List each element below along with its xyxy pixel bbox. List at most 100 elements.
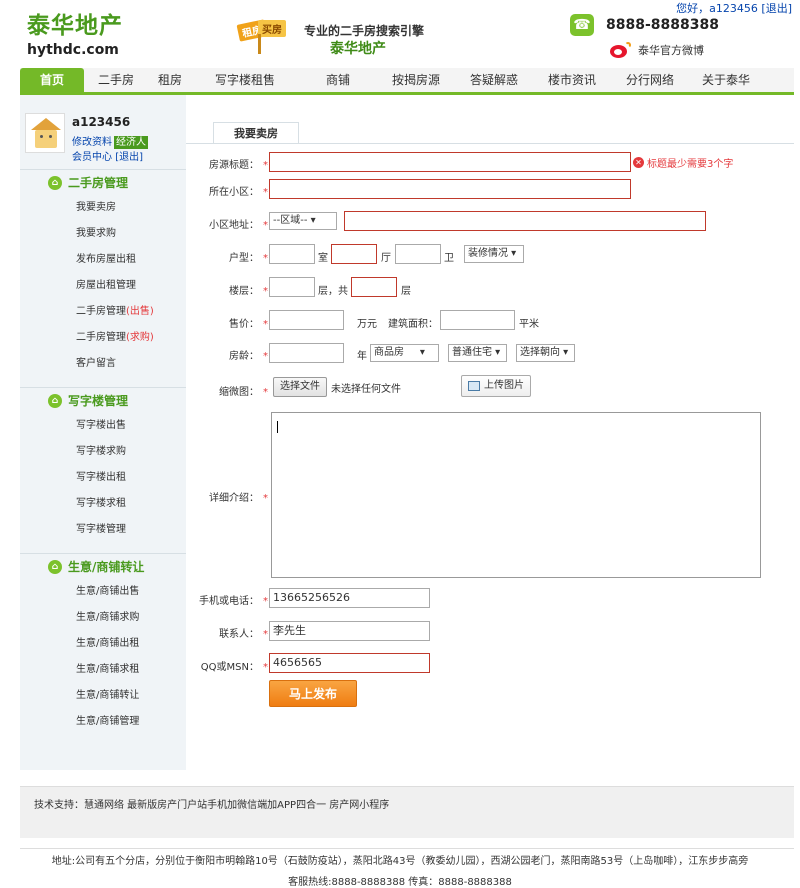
- sidebar-item-office-buy[interactable]: 写字楼求购: [20, 439, 186, 465]
- total-floor-input[interactable]: [351, 277, 397, 297]
- sidebar-item-manage-buy[interactable]: 二手房管理(求购): [20, 325, 186, 351]
- avatar: [25, 113, 65, 153]
- hotline-number: 8888-8888388: [606, 17, 719, 33]
- title-error: ✕ 标题最少需要3个字: [633, 155, 733, 170]
- submit-button[interactable]: 马上发布: [269, 680, 357, 707]
- total-floor-unit: 层: [401, 286, 411, 297]
- sidebar-item-shop-transfer[interactable]: 生意/商铺转让: [20, 683, 186, 709]
- sidebar-item-office-manage[interactable]: 写字楼管理: [20, 517, 186, 543]
- age-unit: 年: [357, 351, 367, 362]
- contact-label: 联系人： *: [219, 629, 268, 640]
- no-file-text: 未选择任何文件: [331, 384, 401, 395]
- thumb-label: 缩微图： *: [219, 387, 268, 398]
- error-icon: ✕: [633, 157, 644, 168]
- site-logo[interactable]: 泰华地产 hythdc.com: [27, 6, 123, 58]
- sidebar-heading: ⌂ 写字楼管理: [20, 387, 186, 413]
- title-label: 房源标题： *: [209, 160, 268, 171]
- logo-en: hythdc.com: [27, 42, 119, 58]
- phone-input[interactable]: 13665256526: [269, 588, 430, 608]
- weibo-link[interactable]: 泰华官方微博: [610, 42, 719, 58]
- price-unit: 万元: [357, 319, 377, 330]
- sidebar-item-office-rent[interactable]: 写字楼出租: [20, 465, 186, 491]
- sidebar-logout-link[interactable]: [退出]: [115, 152, 143, 163]
- phone-label: 手机或电话： *: [199, 596, 268, 607]
- floor-label: 楼层： *: [229, 286, 268, 297]
- sidebar: a123456 修改资料 经济人 会员中心 [退出] ⌂ 二手房管理 我要卖房 我要…: [20, 95, 186, 770]
- nav-about[interactable]: 关于泰华: [690, 68, 762, 92]
- nav-branches[interactable]: 分行网络: [610, 68, 690, 92]
- sidebar-item-shop-buy[interactable]: 生意/商铺求购: [20, 605, 186, 631]
- footer-hotline: 客服热线:8888-8888388 传真：8888-8888388: [288, 877, 512, 888]
- contact-input[interactable]: 李先生: [269, 621, 430, 641]
- weibo-icon: [610, 42, 632, 58]
- nav-second-hand[interactable]: 二手房: [84, 68, 148, 92]
- choose-file-button[interactable]: 选择文件: [273, 377, 327, 397]
- address-input[interactable]: [344, 211, 706, 231]
- phone-icon: ☎: [570, 14, 594, 36]
- nav-news[interactable]: 楼市资讯: [534, 68, 610, 92]
- detail-textarea[interactable]: [271, 412, 761, 578]
- tab-sell-house[interactable]: 我要卖房: [213, 122, 299, 144]
- support-text: 技术支持：慧通网络 最新版房产门户站手机加微信端加APP四合一 房产网小程序: [34, 800, 390, 811]
- main-nav: 首页 二手房 租房 写字楼租售 商铺 按揭房源 答疑解惑 楼市资讯 分行网络 关…: [20, 68, 794, 95]
- hall-unit: 厅: [381, 253, 391, 264]
- bath-unit: 卫: [444, 253, 454, 264]
- banner-tagline: 专业的二手房搜索引擎: [304, 24, 425, 38]
- room-count-input[interactable]: [269, 244, 315, 264]
- sidebar-item-office-seek-rent[interactable]: 写字楼求租: [20, 491, 186, 517]
- nav-home[interactable]: 首页: [20, 68, 84, 92]
- sidebar-item-messages[interactable]: 客户留言: [20, 351, 186, 377]
- sidebar-item-post-rent[interactable]: 发布房屋出租: [20, 247, 186, 273]
- title-input[interactable]: [269, 152, 631, 172]
- residence-type-select[interactable]: 普通住宅 ▾: [448, 344, 507, 362]
- sidebar-heading: ⌂ 生意/商铺转让: [20, 553, 186, 579]
- age-label: 房龄： *: [229, 351, 268, 362]
- sidebar-item-office-sell[interactable]: 写字楼出售: [20, 413, 186, 439]
- floor-unit: 层，共: [318, 286, 348, 297]
- username: a123456: [72, 115, 131, 129]
- decoration-select[interactable]: 装修情况 ▾: [464, 245, 524, 263]
- price-label: 售价： *: [229, 319, 268, 330]
- area-label: 建筑面积：: [388, 319, 438, 330]
- sidebar-heading: ⌂ 二手房管理: [20, 169, 186, 195]
- area-input[interactable]: [440, 310, 515, 330]
- floor-input[interactable]: [269, 277, 315, 297]
- upload-image-button[interactable]: 上传图片: [461, 375, 531, 397]
- signpost-icon: 租房 买房: [224, 18, 288, 54]
- sidebar-item-sell[interactable]: 我要卖房: [20, 195, 186, 221]
- sidebar-item-shop-rent[interactable]: 生意/商铺出租: [20, 631, 186, 657]
- sidebar-item-shop-seek-rent[interactable]: 生意/商铺求租: [20, 657, 186, 683]
- detail-label: 详细介绍： *: [209, 493, 268, 504]
- sidebar-item-shop-sell[interactable]: 生意/商铺出售: [20, 579, 186, 605]
- property-type-select[interactable]: 商品房 ▾: [370, 344, 439, 362]
- header: 泰华地产 hythdc.com 租房 买房 专业的二手房搜索引擎 泰华地产 ☎ …: [0, 0, 800, 66]
- sidebar-item-buy[interactable]: 我要求购: [20, 221, 186, 247]
- nav-rent[interactable]: 租房: [148, 68, 192, 92]
- community-input[interactable]: [269, 179, 631, 199]
- bath-count-input[interactable]: [395, 244, 441, 264]
- member-center-link[interactable]: 会员中心: [72, 152, 112, 163]
- district-select[interactable]: --区域-- ▾: [269, 212, 337, 230]
- sidebar-item-manage-sell[interactable]: 二手房管理(出售): [20, 299, 186, 325]
- footer-support-bar: 技术支持：慧通网络 最新版房产门户站手机加微信端加APP四合一 房产网小程序: [20, 786, 794, 838]
- sidebar-item-shop-manage[interactable]: 生意/商铺管理: [20, 709, 186, 735]
- home-icon: ⌂: [48, 175, 62, 190]
- nav-office[interactable]: 写字楼租售: [192, 68, 298, 92]
- nav-mortgage[interactable]: 按揭房源: [378, 68, 454, 92]
- address-label: 小区地址： *: [209, 220, 268, 231]
- sidebar-item-rent-manage[interactable]: 房屋出租管理: [20, 273, 186, 299]
- banner-brand: 泰华地产: [330, 41, 386, 57]
- hall-count-input[interactable]: [331, 244, 377, 264]
- home-icon: ⌂: [48, 393, 62, 408]
- orientation-select[interactable]: 选择朝向 ▾: [516, 344, 575, 362]
- nav-shop[interactable]: 商铺: [298, 68, 378, 92]
- sidebar-section-office: ⌂ 写字楼管理 写字楼出售 写字楼求购 写字楼出租 写字楼求租 写字楼管理: [20, 387, 186, 543]
- qq-label: QQ或MSN： *: [200, 662, 268, 673]
- qq-input[interactable]: 4656565: [269, 653, 430, 673]
- age-input[interactable]: [269, 343, 344, 363]
- edit-profile-link[interactable]: 修改资料: [72, 137, 112, 148]
- sidebar-section-shop: ⌂ 生意/商铺转让 生意/商铺出售 生意/商铺求购 生意/商铺出租 生意/商铺求租…: [20, 553, 186, 735]
- price-input[interactable]: [269, 310, 344, 330]
- nav-faq[interactable]: 答疑解惑: [454, 68, 534, 92]
- logo-cn: 泰华地产: [27, 13, 123, 39]
